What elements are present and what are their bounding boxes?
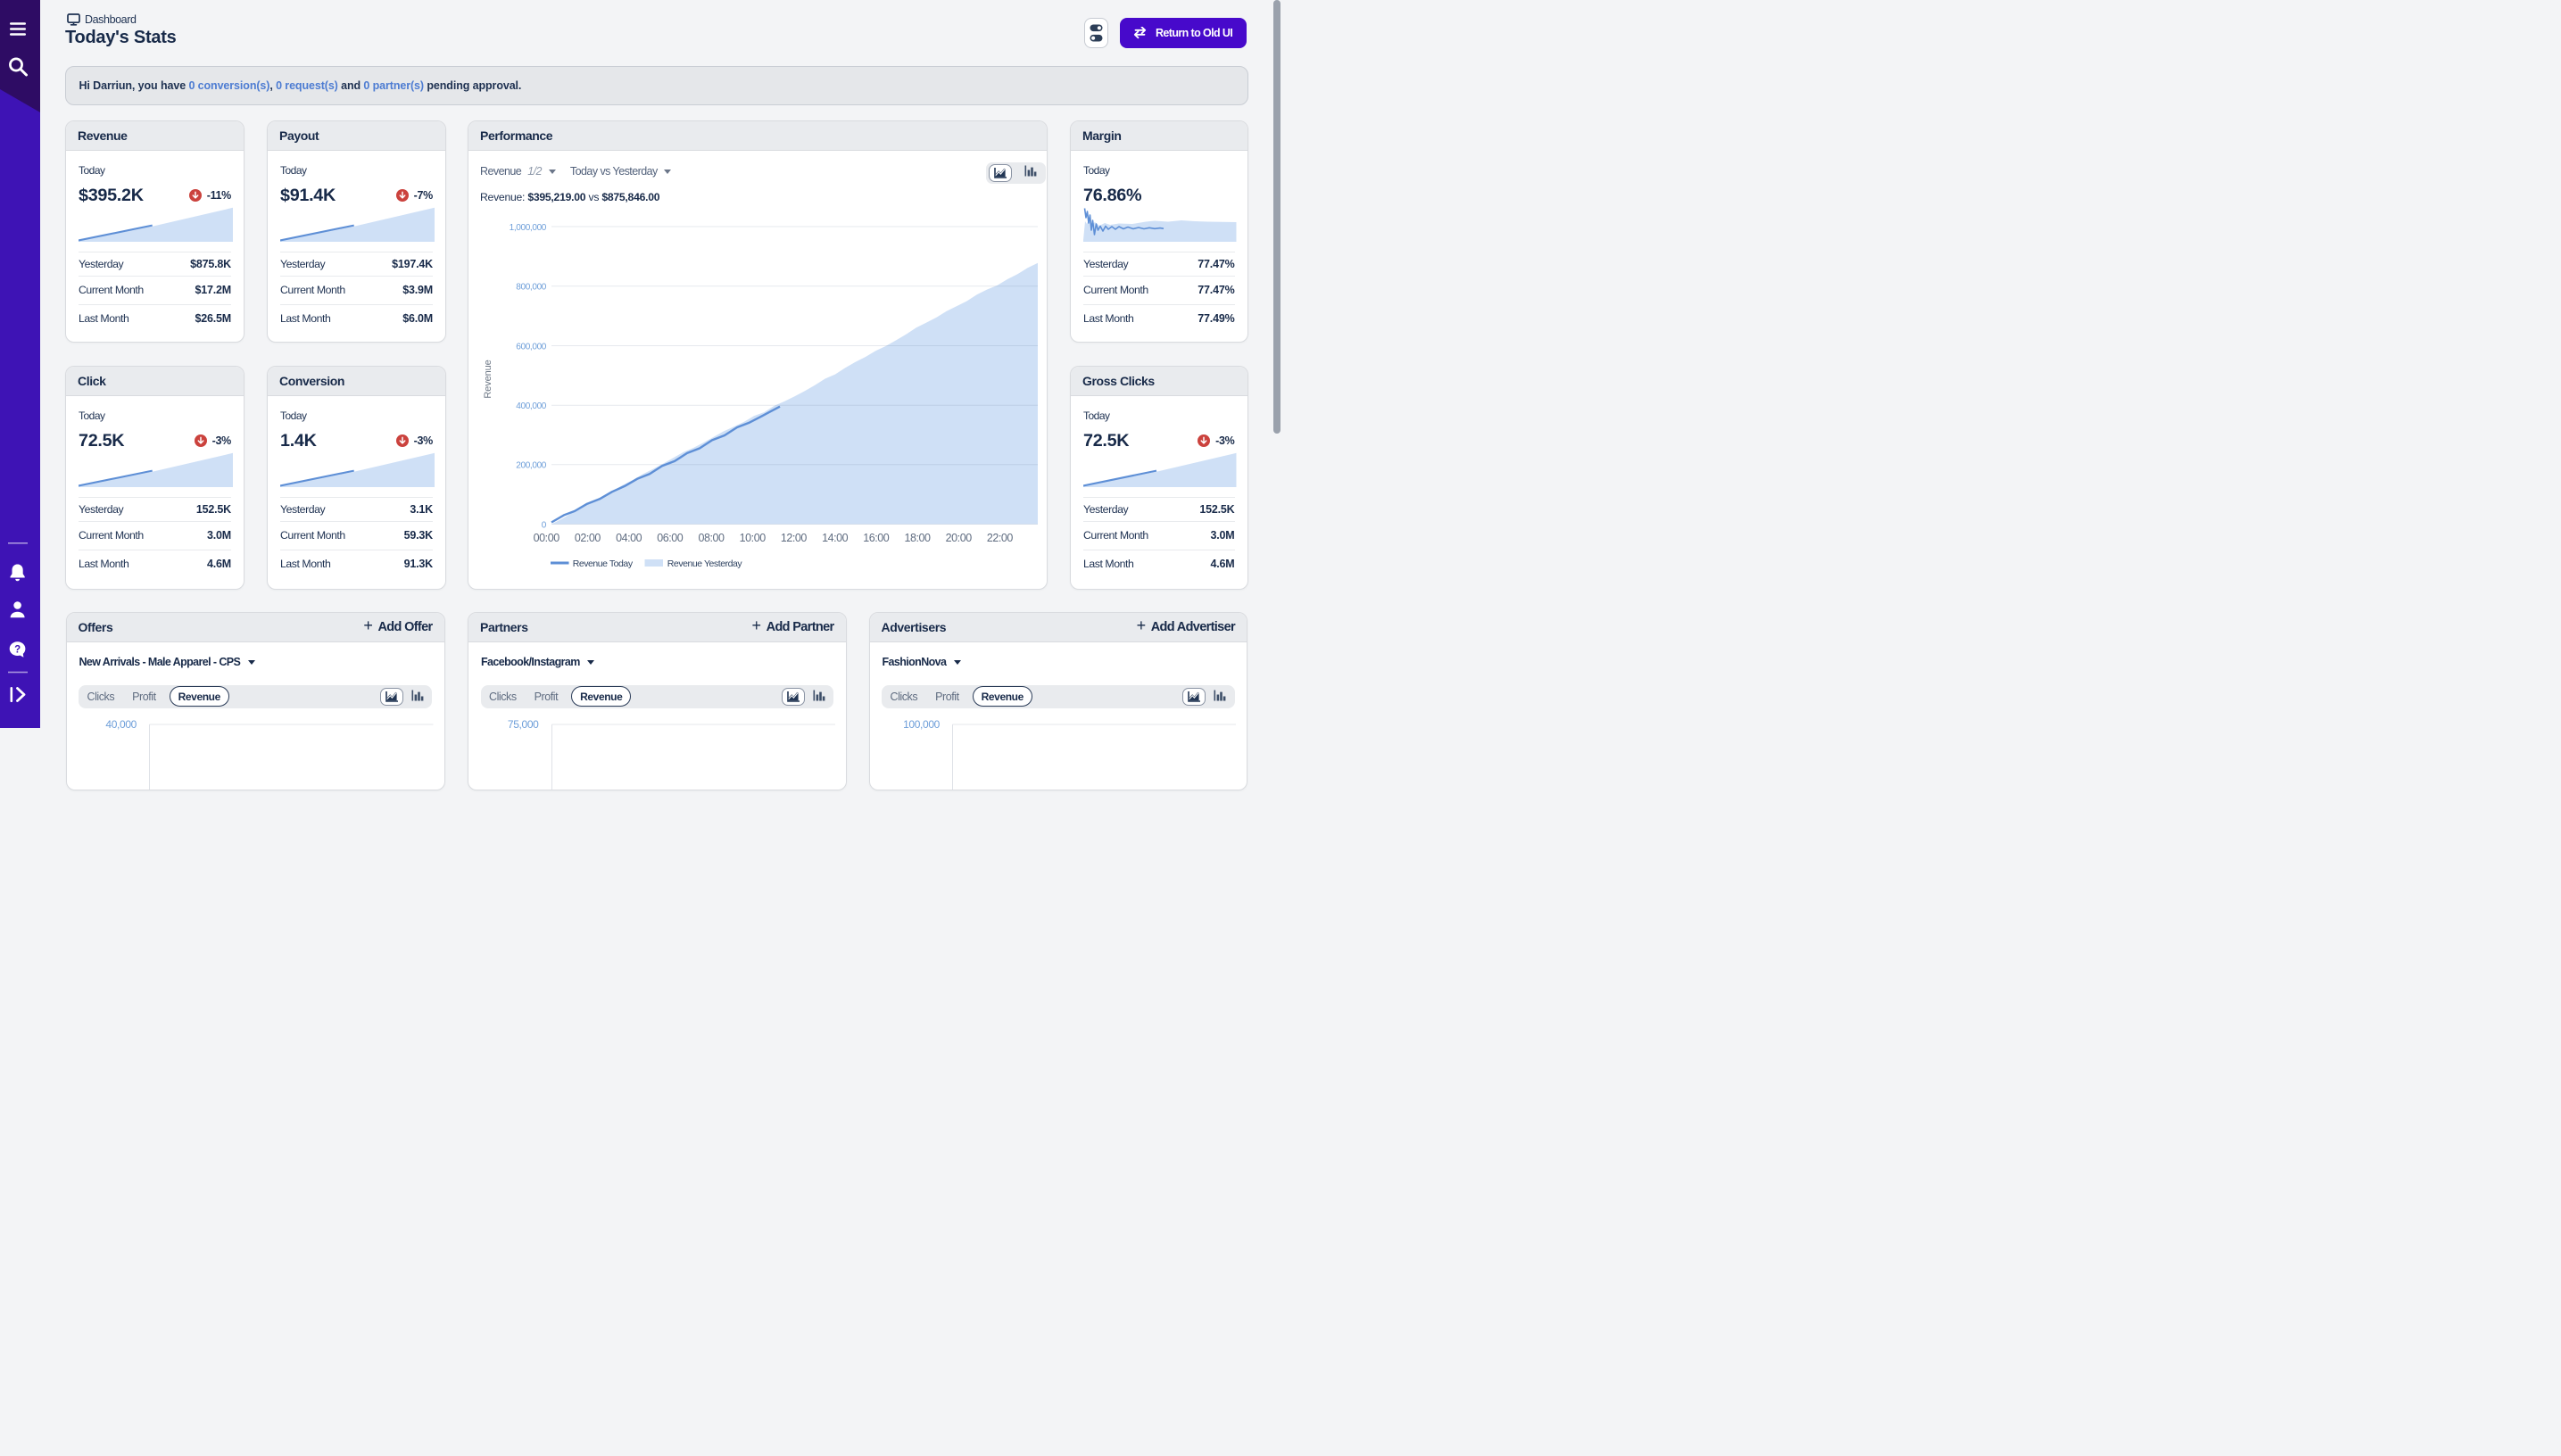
svg-text:0: 0 <box>542 520 547 530</box>
svg-text:00:00: 00:00 <box>534 532 560 544</box>
svg-text:20:00: 20:00 <box>946 532 973 544</box>
svg-text:16:00: 16:00 <box>863 532 890 544</box>
svg-text:12:00: 12:00 <box>781 532 808 544</box>
svg-text:800,000: 800,000 <box>516 283 546 293</box>
svg-text:Revenue Today: Revenue Today <box>573 558 634 569</box>
svg-text:22:00: 22:00 <box>987 532 1014 544</box>
svg-text:10:00: 10:00 <box>740 532 767 544</box>
svg-text:14:00: 14:00 <box>822 532 849 544</box>
svg-text:200,000: 200,000 <box>516 461 546 471</box>
svg-text:600,000: 600,000 <box>516 342 546 352</box>
svg-text:08:00: 08:00 <box>698 532 725 544</box>
svg-text:400,000: 400,000 <box>516 401 546 411</box>
svg-text:06:00: 06:00 <box>657 532 684 544</box>
svg-text:Revenue: Revenue <box>483 360 493 398</box>
svg-text:04:00: 04:00 <box>616 532 642 544</box>
svg-text:02:00: 02:00 <box>575 532 601 544</box>
svg-text:1,000,000: 1,000,000 <box>510 223 547 233</box>
svg-text:?: ? <box>14 645 21 656</box>
svg-text:Revenue Yesterday: Revenue Yesterday <box>667 558 743 569</box>
svg-text:18:00: 18:00 <box>904 532 931 544</box>
